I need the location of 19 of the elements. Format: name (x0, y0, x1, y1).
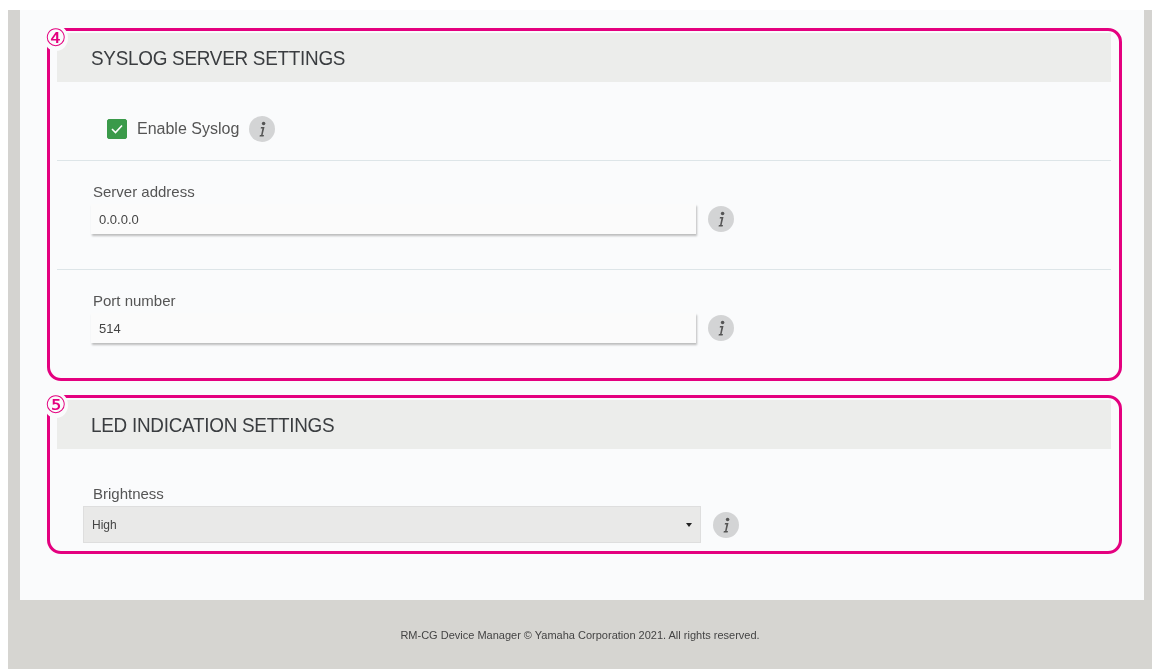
info-icon[interactable] (713, 511, 739, 538)
field-label: Server address (93, 183, 196, 200)
field-label: Brightness (93, 485, 165, 502)
checkbox[interactable] (107, 119, 127, 139)
caret-icon (686, 522, 692, 527)
check-icon (111, 124, 123, 134)
info-icon[interactable] (708, 315, 734, 341)
info-icon[interactable] (249, 116, 276, 142)
field-label: Port number (93, 292, 177, 309)
dropdown-field[interactable]: High (83, 506, 701, 543)
section-title: LED INDICATION SETTINGS (91, 412, 335, 437)
callout-number: ④ (44, 25, 68, 51)
callout-number: ⑤ (44, 392, 68, 418)
input-field[interactable]: 0.0.0.0 (91, 204, 696, 234)
input-field[interactable]: 514 (91, 313, 696, 343)
copyright-text: RM-CG Device Manager © Yamaha Corporation 2021. All rights reserved. (400, 628, 760, 641)
section-title: SYSLOG SERVER SETTINGS (91, 45, 346, 70)
checkbox-label: Enable Syslog (137, 120, 240, 138)
info-icon[interactable] (708, 206, 734, 232)
